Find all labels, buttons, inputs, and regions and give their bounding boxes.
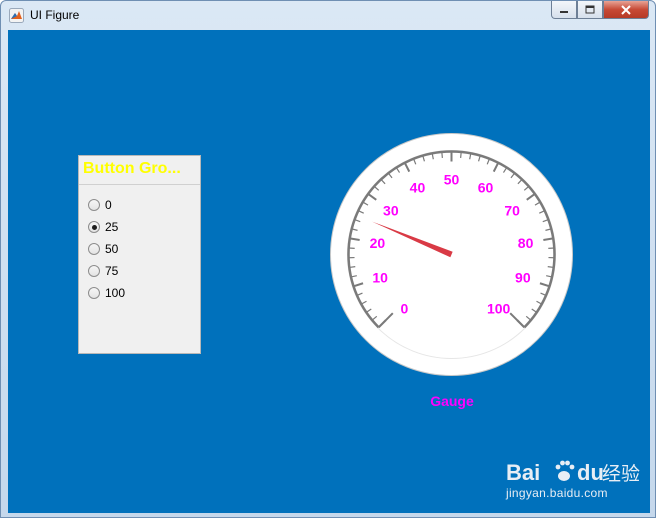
window-controls xyxy=(551,1,649,21)
watermark-url: jingyan.baidu.com xyxy=(506,486,608,500)
logo-text-bai: Bai xyxy=(506,460,540,485)
button-group-divider xyxy=(79,184,200,185)
radio-checked-icon[interactable] xyxy=(88,221,100,233)
baidu-watermark: Bai du 经验 jingyan.baidu.com xyxy=(506,456,646,506)
radio-option-label: 50 xyxy=(105,242,119,256)
minimize-icon xyxy=(560,10,568,13)
radio-unchecked-icon[interactable] xyxy=(88,243,100,255)
radio-unchecked-icon[interactable] xyxy=(88,199,100,211)
radio-unchecked-icon[interactable] xyxy=(88,287,100,299)
paw-icon xyxy=(555,460,575,481)
radio-button-list: 0 25 50 75 100 xyxy=(88,194,125,304)
radio-option-0[interactable]: 0 xyxy=(88,194,125,216)
radio-option-label: 0 xyxy=(105,198,112,212)
matlab-icon xyxy=(9,8,24,23)
radio-option-100[interactable]: 100 xyxy=(88,282,125,304)
title-bar[interactable]: UI Figure xyxy=(1,1,655,29)
maximize-button[interactable] xyxy=(577,1,603,19)
gauge-tick-label: 30 xyxy=(383,202,399,218)
gauge-tick-label: 40 xyxy=(410,180,426,196)
radio-option-50[interactable]: 50 xyxy=(88,238,125,260)
radio-option-label: 25 xyxy=(105,220,119,234)
logo-text-du: du xyxy=(577,460,604,485)
button-group-title: Button Gro... xyxy=(83,160,181,177)
window-title: UI Figure xyxy=(30,8,80,22)
gauge-tick-label: 100 xyxy=(487,301,511,317)
close-button[interactable] xyxy=(603,1,649,19)
figure-canvas: Button Gro... 0 25 50 75 100 0 10 20 30 40 50 60 70… xyxy=(8,30,650,513)
gauge-minor-tick xyxy=(547,266,554,269)
gauge-tick-label: 20 xyxy=(370,235,386,251)
gauge-tick-label: 0 xyxy=(400,301,408,317)
figure-window: UI Figure Button Gro... 0 25 50 75 100 0 10 20… xyxy=(0,0,656,518)
radio-option-label: 100 xyxy=(105,286,126,300)
semicircular-gauge: 0 10 20 30 40 50 60 70 80 90100 xyxy=(330,133,573,376)
logo-suffix: 经验 xyxy=(602,463,640,485)
gauge-tick-label: 10 xyxy=(372,270,388,286)
gauge-tick-label: 70 xyxy=(504,202,520,218)
gauge-tick-label: 80 xyxy=(518,235,534,251)
close-icon xyxy=(621,4,631,15)
radio-option-25[interactable]: 25 xyxy=(88,216,125,238)
button-group-panel: Button Gro... 0 25 50 75 100 xyxy=(78,155,201,354)
maximize-icon xyxy=(585,5,595,14)
gauge-tick-label: 60 xyxy=(478,180,494,196)
gauge-label: Gauge xyxy=(430,393,474,409)
gauge-tick-label: 90 xyxy=(515,270,531,286)
radio-option-label: 75 xyxy=(105,264,119,278)
gauge-minor-tick xyxy=(441,151,443,158)
radio-option-75[interactable]: 75 xyxy=(88,260,125,282)
gauge-tick-label: 50 xyxy=(444,172,460,188)
gauge-minor-tick xyxy=(349,266,356,269)
radio-unchecked-icon[interactable] xyxy=(88,265,100,277)
gauge-minor-tick xyxy=(460,151,462,158)
baidu-logo: Bai du 经验 xyxy=(506,460,640,485)
minimize-button[interactable] xyxy=(551,1,577,19)
